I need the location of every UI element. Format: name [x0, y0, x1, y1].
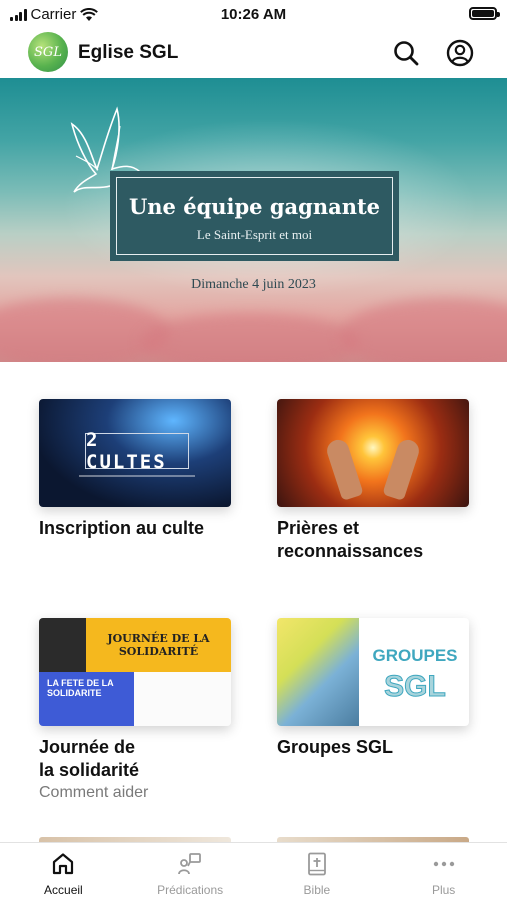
praying-hand — [324, 437, 364, 501]
groupes-thumb-title: GROUPES — [372, 646, 458, 665]
cloud — [140, 313, 360, 362]
app-title: Eglise SGL — [78, 42, 179, 63]
card-title-line2: la solidarité — [39, 760, 140, 780]
hero-date: Dimanche 4 juin 2023 — [191, 277, 316, 292]
tab-label: Bible — [303, 883, 331, 897]
cloud — [340, 298, 507, 362]
hero-title-panel: Une équipe gagnante Le Saint-Esprit et m… — [110, 171, 399, 261]
cultes-frame: 2 CULTES — [85, 429, 189, 473]
card-title-line2: reconnaissances — [277, 541, 424, 561]
card-thumbnail: 2 CULTES — [39, 399, 231, 507]
thumb-divider — [79, 475, 195, 477]
card-journee-solidarite[interactable]: JOURNÉE DE LA SOLIDARITÉ LA FETE DE LA S… — [39, 618, 233, 802]
thumb-infographic — [134, 672, 231, 726]
logo-text: SGL — [34, 44, 62, 60]
home-icon — [53, 853, 74, 875]
card-title: Inscription au culte — [39, 518, 205, 538]
card-thumbnail: JOURNÉE DE LA SOLIDARITÉ LA FETE DE LA S… — [39, 618, 231, 726]
hero-title-frame: Une équipe gagnante Le Saint-Esprit et m… — [116, 177, 393, 255]
card-thumbnail — [277, 399, 469, 507]
hero-subtitle: Le Saint-Esprit et moi — [196, 227, 313, 242]
hero-banner[interactable]: Une équipe gagnante Le Saint-Esprit et m… — [0, 78, 507, 362]
card-thumbnail: GROUPES SGL — [277, 618, 469, 726]
status-bar: Carrier 10:26 AM — [0, 0, 507, 28]
battery-fill — [472, 10, 494, 17]
preaching-icon — [178, 853, 202, 875]
groupes-thumb-logo: SGL — [384, 670, 447, 704]
more-icon — [433, 861, 454, 867]
card-subtitle: Comment aider — [39, 784, 149, 801]
status-time: 10:26 AM — [220, 6, 287, 23]
bottom-tab-bar: Accueil Prédications Bible Plus — [0, 842, 507, 900]
bible-icon — [307, 852, 326, 876]
tab-label: Accueil — [44, 883, 83, 897]
card-title-line1: Prières et — [277, 518, 360, 538]
tab-label: Prédications — [157, 883, 224, 897]
card-title-line1: Journée de — [39, 737, 136, 757]
church-logo[interactable]: SGL — [28, 32, 68, 72]
praying-hand — [382, 437, 422, 501]
cultes-thumb-text: 2 CULTES — [86, 429, 167, 473]
solidarite-thumb-label: LA FETE DE LA SOLIDARITE — [47, 678, 114, 698]
thumb-collage — [277, 618, 359, 726]
tab-predications[interactable]: Prédications — [127, 843, 254, 900]
battery-icon — [469, 7, 500, 20]
card-groupes-sgl[interactable]: GROUPES SGL Groupes SGL — [277, 618, 471, 759]
hero-title: Une équipe gagnante — [128, 194, 381, 219]
tab-accueil[interactable]: Accueil — [0, 843, 127, 900]
tab-label: Plus — [431, 883, 456, 897]
tab-bible[interactable]: Bible — [254, 843, 381, 900]
card-title: Groupes SGL — [277, 737, 394, 757]
card-prieres[interactable]: Prières et reconnaissances — [277, 399, 471, 563]
thumb-photo — [39, 618, 86, 672]
solidarite-thumb-title: JOURNÉE DE LA SOLIDARITÉ — [107, 632, 210, 658]
search-icon[interactable] — [391, 38, 421, 68]
app-header: SGL Eglise SGL — [0, 28, 507, 78]
tab-plus[interactable]: Plus — [380, 843, 507, 900]
card-inscription-culte[interactable]: 2 CULTES Inscription au culte — [39, 399, 233, 540]
cloud — [0, 298, 170, 362]
account-icon[interactable] — [445, 38, 475, 68]
